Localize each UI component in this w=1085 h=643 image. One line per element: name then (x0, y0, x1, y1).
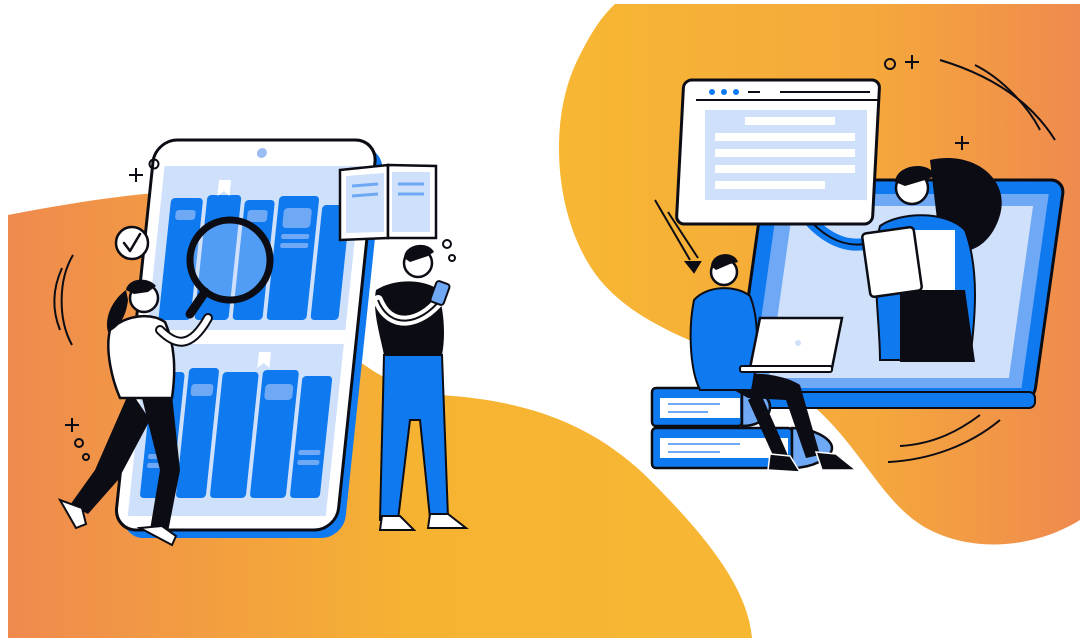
open-book-icon (338, 163, 438, 242)
illustration-svg (8, 4, 1080, 638)
illustration (0, 0, 1085, 638)
tablet-icon (861, 225, 923, 299)
smartphone-icon (429, 280, 451, 306)
check-icon (114, 225, 150, 261)
browser-window (675, 78, 881, 226)
